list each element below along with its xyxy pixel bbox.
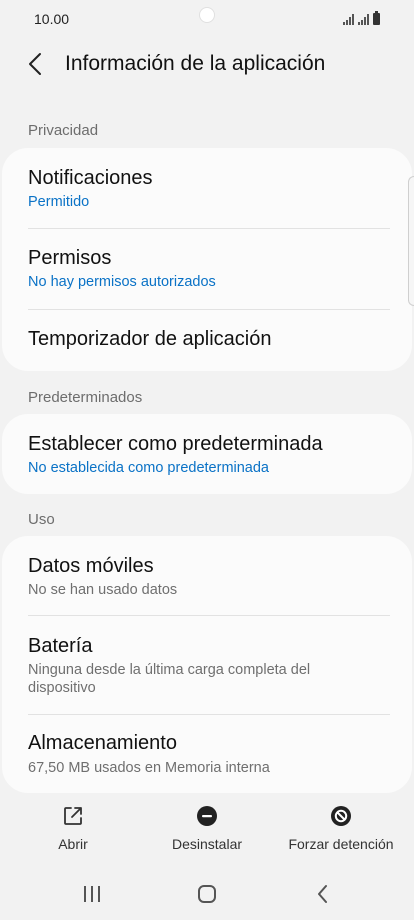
row-subtitle: Permitido (28, 194, 90, 210)
row-title: Batería (28, 635, 93, 657)
row-subtitle-line1: Ninguna desde la última carga completa d… (28, 662, 311, 678)
row-subtitle: 67,50 MB usados en Memoria interna (28, 760, 270, 776)
header: Información de la aplicación (0, 40, 414, 90)
section-label-privacy: Privacidad (28, 122, 99, 139)
action-label: Forzar detención (288, 836, 394, 852)
defaults-card: Establecer como predeterminada No establ… (2, 414, 412, 494)
row-title: Notificaciones (28, 167, 153, 189)
app-info-screen: 10.00 Información de la aplicación Priva… (0, 0, 414, 920)
row-title: Establecer como predeterminada (28, 433, 323, 455)
battery-icon (373, 11, 380, 25)
action-label: Desinstalar (171, 836, 243, 852)
row-set-default[interactable]: Establecer como predeterminada No establ… (2, 414, 412, 494)
section-label-defaults: Predeterminados (28, 389, 143, 406)
usage-card: Datos móviles No se han usado datos Bate… (2, 536, 412, 793)
row-notifications[interactable]: Notificaciones Permitido (2, 148, 412, 228)
row-app-timer[interactable]: Temporizador de aplicación (2, 310, 412, 371)
front-camera (199, 7, 215, 23)
row-subtitle: No establecida como predeterminada (28, 460, 269, 476)
row-title: Permisos (28, 247, 112, 269)
uninstall-minus-icon (197, 806, 217, 826)
row-battery[interactable]: Batería Ninguna desde la última carga co… (2, 616, 412, 714)
navigation-bar (0, 868, 414, 920)
signal-icon (343, 14, 354, 25)
force-stop-button[interactable]: Forzar detención (272, 795, 410, 865)
row-subtitle: No hay permisos autorizados (28, 274, 216, 290)
row-title: Datos móviles (28, 555, 154, 577)
status-bar: 10.00 (0, 0, 414, 40)
open-button[interactable]: Abrir (4, 795, 142, 865)
status-icons (343, 11, 380, 25)
uninstall-button[interactable]: Desinstalar (138, 795, 276, 865)
row-subtitle-line2: dispositivo (28, 680, 96, 696)
scroll-handle[interactable] (408, 176, 414, 306)
page-title: Información de la aplicación (65, 52, 326, 75)
recents-icon[interactable] (72, 880, 112, 908)
row-subtitle: No se han usado datos (28, 582, 178, 598)
privacy-card: Notificaciones Permitido Permisos No hay… (2, 148, 412, 371)
action-bar: Abrir Desinstalar Forzar detención (0, 795, 414, 865)
section-label-usage: Uso (28, 511, 55, 528)
force-stop-icon (331, 806, 351, 826)
row-mobile-data[interactable]: Datos móviles No se han usado datos (2, 536, 412, 615)
row-storage[interactable]: Almacenamiento 67,50 MB usados en Memori… (2, 715, 412, 793)
status-time: 10.00 (34, 11, 70, 27)
back-nav-icon[interactable] (303, 880, 343, 908)
open-external-icon (64, 807, 82, 825)
signal-icon-2 (358, 14, 369, 25)
home-icon[interactable] (187, 880, 227, 908)
action-label: Abrir (58, 836, 88, 852)
row-title: Temporizador de aplicación (28, 328, 272, 350)
row-permissions[interactable]: Permisos No hay permisos autorizados (2, 229, 412, 309)
row-title: Almacenamiento (28, 732, 177, 754)
back-arrow-icon[interactable] (24, 50, 48, 78)
